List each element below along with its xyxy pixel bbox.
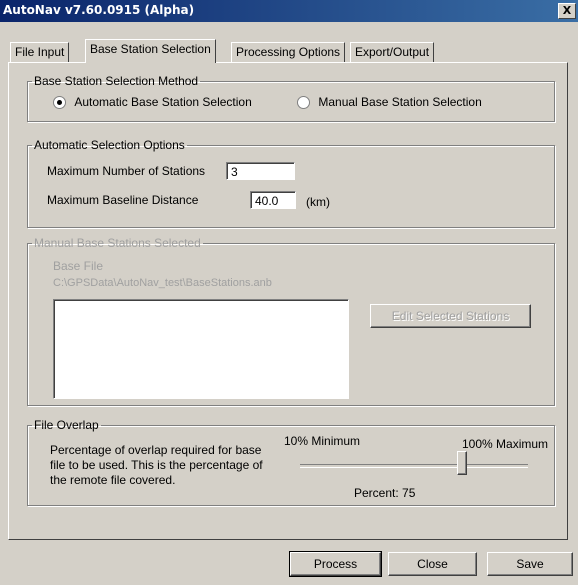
selection-method-legend: Base Station Selection Method xyxy=(34,74,199,88)
overlap-slider-track[interactable] xyxy=(300,464,528,468)
tab-base-station-selection[interactable]: Base Station Selection xyxy=(85,39,216,63)
manual-radio-label: Manual Base Station Selection xyxy=(318,95,482,109)
max-baseline-input[interactable]: 40.0 xyxy=(250,191,296,209)
manual-stations-legend: Manual Base Stations Selected xyxy=(34,236,201,250)
max-stations-input[interactable]: 3 xyxy=(226,162,295,180)
automatic-radio-label: Automatic Base Station Selection xyxy=(74,95,252,109)
overlap-max-label: 100% Maximum xyxy=(462,437,549,451)
save-button[interactable]: Save xyxy=(487,552,573,576)
manual-stations-list[interactable] xyxy=(53,299,349,399)
close-button[interactable]: Close xyxy=(388,552,477,576)
manual-radio[interactable]: Manual Base Station Selection xyxy=(297,95,482,110)
automatic-options-group: Automatic Selection Options xyxy=(27,138,555,228)
process-button[interactable]: Process xyxy=(289,551,382,577)
automatic-radio[interactable]: Automatic Base Station Selection xyxy=(53,95,252,110)
edit-selected-stations-button[interactable]: Edit Selected Stations xyxy=(370,304,531,328)
base-file-path: C:\GPSData\AutoNav_test\BaseStations.anb xyxy=(53,277,272,289)
max-stations-label: Maximum Number of Stations xyxy=(47,164,206,178)
overlap-description: Percentage of overlap required for base … xyxy=(50,443,263,487)
close-icon[interactable]: X xyxy=(558,3,576,19)
title-bar[interactable]: AutoNav v7.60.0915 (Alpha) X xyxy=(0,0,578,22)
tab-export-output[interactable]: Export/Output xyxy=(350,42,435,63)
max-baseline-label: Maximum Baseline Distance xyxy=(47,193,199,207)
tab-file-input[interactable]: File Input xyxy=(10,42,70,63)
radio-checked-icon[interactable] xyxy=(53,96,66,110)
window-title: AutoNav v7.60.0915 (Alpha) xyxy=(3,3,195,17)
file-overlap-legend: File Overlap xyxy=(34,418,99,432)
radio-unchecked-icon[interactable] xyxy=(297,96,310,110)
automatic-options-legend: Automatic Selection Options xyxy=(34,138,185,152)
tab-processing-options[interactable]: Processing Options xyxy=(231,42,346,63)
overlap-percent-text: Percent: 75 xyxy=(354,486,416,500)
overlap-min-label: 10% Minimum xyxy=(284,434,361,448)
base-file-label: Base File xyxy=(53,259,104,273)
overlap-slider-thumb[interactable] xyxy=(457,451,468,475)
baseline-unit-label: (km) xyxy=(306,195,330,209)
